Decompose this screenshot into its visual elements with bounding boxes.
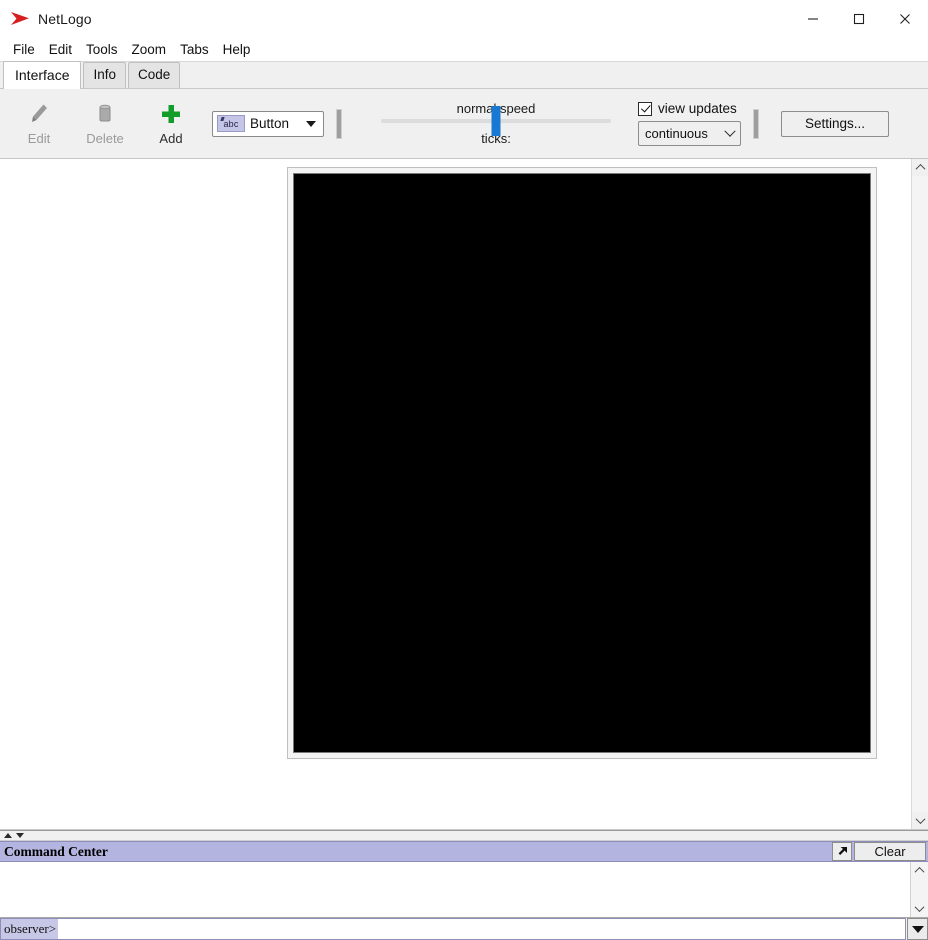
tab-info[interactable]: Info (83, 62, 127, 88)
add-button[interactable]: Add (138, 95, 204, 153)
delete-button-label: Delete (86, 131, 124, 146)
plus-icon (159, 101, 183, 127)
abc-icon: abc (217, 115, 245, 132)
observer-prompt-label: observer> (0, 918, 59, 940)
scroll-down-button[interactable] (912, 812, 928, 829)
chevron-up-icon (915, 163, 925, 174)
speed-slider[interactable] (381, 106, 611, 136)
settings-button[interactable]: Settings... (781, 110, 889, 137)
triangle-up-icon[interactable] (4, 833, 12, 838)
view-updates-row: view updates (638, 101, 741, 116)
toolbar-separator-2 (753, 108, 759, 139)
command-center: Command Center Clear observer> (0, 841, 928, 940)
menu-bar: File Edit Tools Zoom Tabs Help (0, 38, 928, 62)
minimize-button[interactable] (790, 0, 836, 38)
widget-type-dropdown[interactable]: abc Button (212, 110, 324, 137)
menu-item-file[interactable]: File (6, 39, 42, 61)
menu-item-zoom[interactable]: Zoom (125, 39, 174, 61)
command-center-output-area (0, 862, 928, 918)
menu-item-help[interactable]: Help (216, 39, 258, 61)
interface-vertical-scrollbar[interactable] (911, 159, 928, 829)
interface-toolbar: Edit Delete Add abc Button normal speed … (0, 89, 928, 159)
cc-scroll-up-button[interactable] (911, 862, 928, 879)
edit-button-label: Edit (27, 131, 51, 146)
chevron-down-icon (914, 902, 925, 913)
menu-item-edit[interactable]: Edit (42, 39, 79, 61)
view-updates-label: view updates (658, 101, 737, 116)
edit-button[interactable]: Edit (6, 95, 72, 153)
scrollbar-track[interactable] (911, 176, 928, 812)
interface-canvas[interactable] (0, 159, 911, 829)
pencil-icon (28, 101, 50, 127)
command-center-splitter[interactable] (0, 830, 928, 841)
toolbar-separator-1 (336, 108, 342, 139)
speed-slider-thumb[interactable] (491, 106, 501, 136)
tab-code[interactable]: Code (128, 62, 181, 88)
world-view-canvas[interactable] (293, 173, 871, 753)
interface-area (0, 159, 928, 830)
chevron-down-icon (724, 125, 736, 137)
update-mode-value: continuous (645, 126, 708, 141)
widget-type-value: Button (250, 116, 290, 131)
command-center-scrollbar[interactable] (911, 862, 928, 917)
delete-button[interactable]: Delete (72, 95, 138, 153)
view-updates-checkbox[interactable] (638, 101, 652, 116)
menu-item-tabs[interactable]: Tabs (173, 39, 216, 61)
view-updates-group: view updates continuous (638, 101, 741, 146)
chevron-down-icon (915, 814, 925, 825)
chevron-up-icon (914, 866, 925, 877)
clear-button[interactable]: Clear (854, 842, 926, 861)
command-center-header: Command Center Clear (0, 841, 928, 862)
tab-interface[interactable]: Interface (3, 61, 82, 89)
command-input-row: observer> (0, 918, 928, 940)
command-input[interactable] (58, 918, 906, 940)
triangle-down-icon[interactable] (16, 833, 24, 838)
trash-icon (95, 101, 115, 127)
close-button[interactable] (882, 0, 928, 38)
netlogo-turtle-arrow-icon (0, 0, 30, 38)
netlogo-window: NetLogo File Edit Tools Zoom Tabs Help I… (0, 0, 928, 940)
triangle-down-icon (911, 925, 924, 933)
window-controls (790, 0, 928, 38)
window-title: NetLogo (38, 11, 92, 27)
update-mode-dropdown[interactable]: continuous (638, 121, 741, 146)
title-bar: NetLogo (0, 0, 928, 38)
expand-diagonal-icon[interactable] (832, 842, 852, 861)
menu-item-tools[interactable]: Tools (79, 39, 125, 61)
speed-slider-group: normal speed ticks: (380, 93, 612, 155)
tab-strip: Interface Info Code (0, 61, 928, 89)
command-history-button[interactable] (907, 918, 928, 940)
cc-scrollbar-track[interactable] (911, 879, 928, 900)
add-button-label: Add (159, 131, 183, 146)
maximize-button[interactable] (836, 0, 882, 38)
world-view[interactable] (287, 167, 877, 759)
cc-scroll-down-button[interactable] (911, 900, 928, 917)
command-center-output[interactable] (0, 862, 911, 917)
scroll-up-button[interactable] (912, 159, 928, 176)
chevron-down-icon (306, 120, 316, 127)
command-center-title: Command Center (4, 843, 108, 859)
